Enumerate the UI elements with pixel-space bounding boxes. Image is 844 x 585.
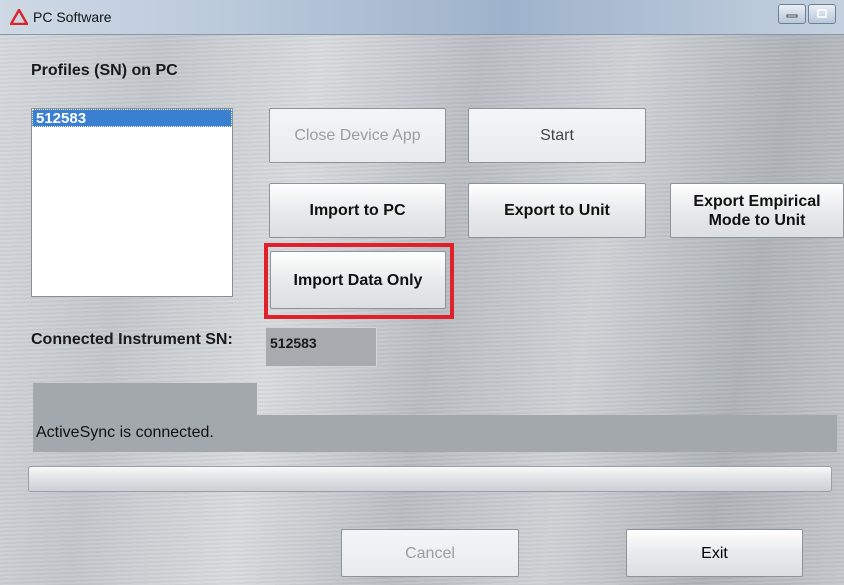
- exit-button[interactable]: Exit: [626, 529, 803, 577]
- minimize-icon: [786, 14, 798, 18]
- start-button[interactable]: Start: [468, 108, 646, 163]
- warning-triangle-icon: [10, 9, 28, 25]
- export-empirical-label-line2: Mode to Unit: [708, 211, 806, 229]
- minimize-button[interactable]: [778, 4, 806, 24]
- status-message: ActiveSync is connected.: [33, 415, 837, 452]
- maximize-button[interactable]: [808, 4, 836, 24]
- export-to-unit-button[interactable]: Export to Unit: [468, 183, 646, 238]
- progress-bar: [28, 466, 832, 492]
- highlight-box: [264, 243, 454, 319]
- import-to-pc-button[interactable]: Import to PC: [269, 183, 446, 238]
- window-controls: [778, 4, 836, 24]
- maximize-icon: [817, 9, 827, 18]
- export-empirical-label-line1: Export Empirical: [693, 192, 821, 210]
- connected-sn-label: Connected Instrument SN:: [31, 331, 233, 348]
- export-empirical-mode-button[interactable]: Export Empirical Mode to Unit: [670, 183, 844, 238]
- status-header-block: [33, 383, 257, 415]
- title-bar: PC Software: [0, 0, 844, 35]
- connected-sn-value: 512583: [265, 327, 377, 367]
- window-title: PC Software: [33, 9, 112, 25]
- profiles-listbox[interactable]: 512583: [31, 108, 233, 297]
- cancel-button[interactable]: Cancel: [341, 529, 519, 577]
- app-window: PC Software Profiles (SN) on PC 512583 C…: [0, 0, 844, 585]
- profiles-label: Profiles (SN) on PC: [31, 62, 178, 79]
- close-device-app-button[interactable]: Close Device App: [269, 108, 446, 163]
- list-item[interactable]: 512583: [32, 109, 232, 127]
